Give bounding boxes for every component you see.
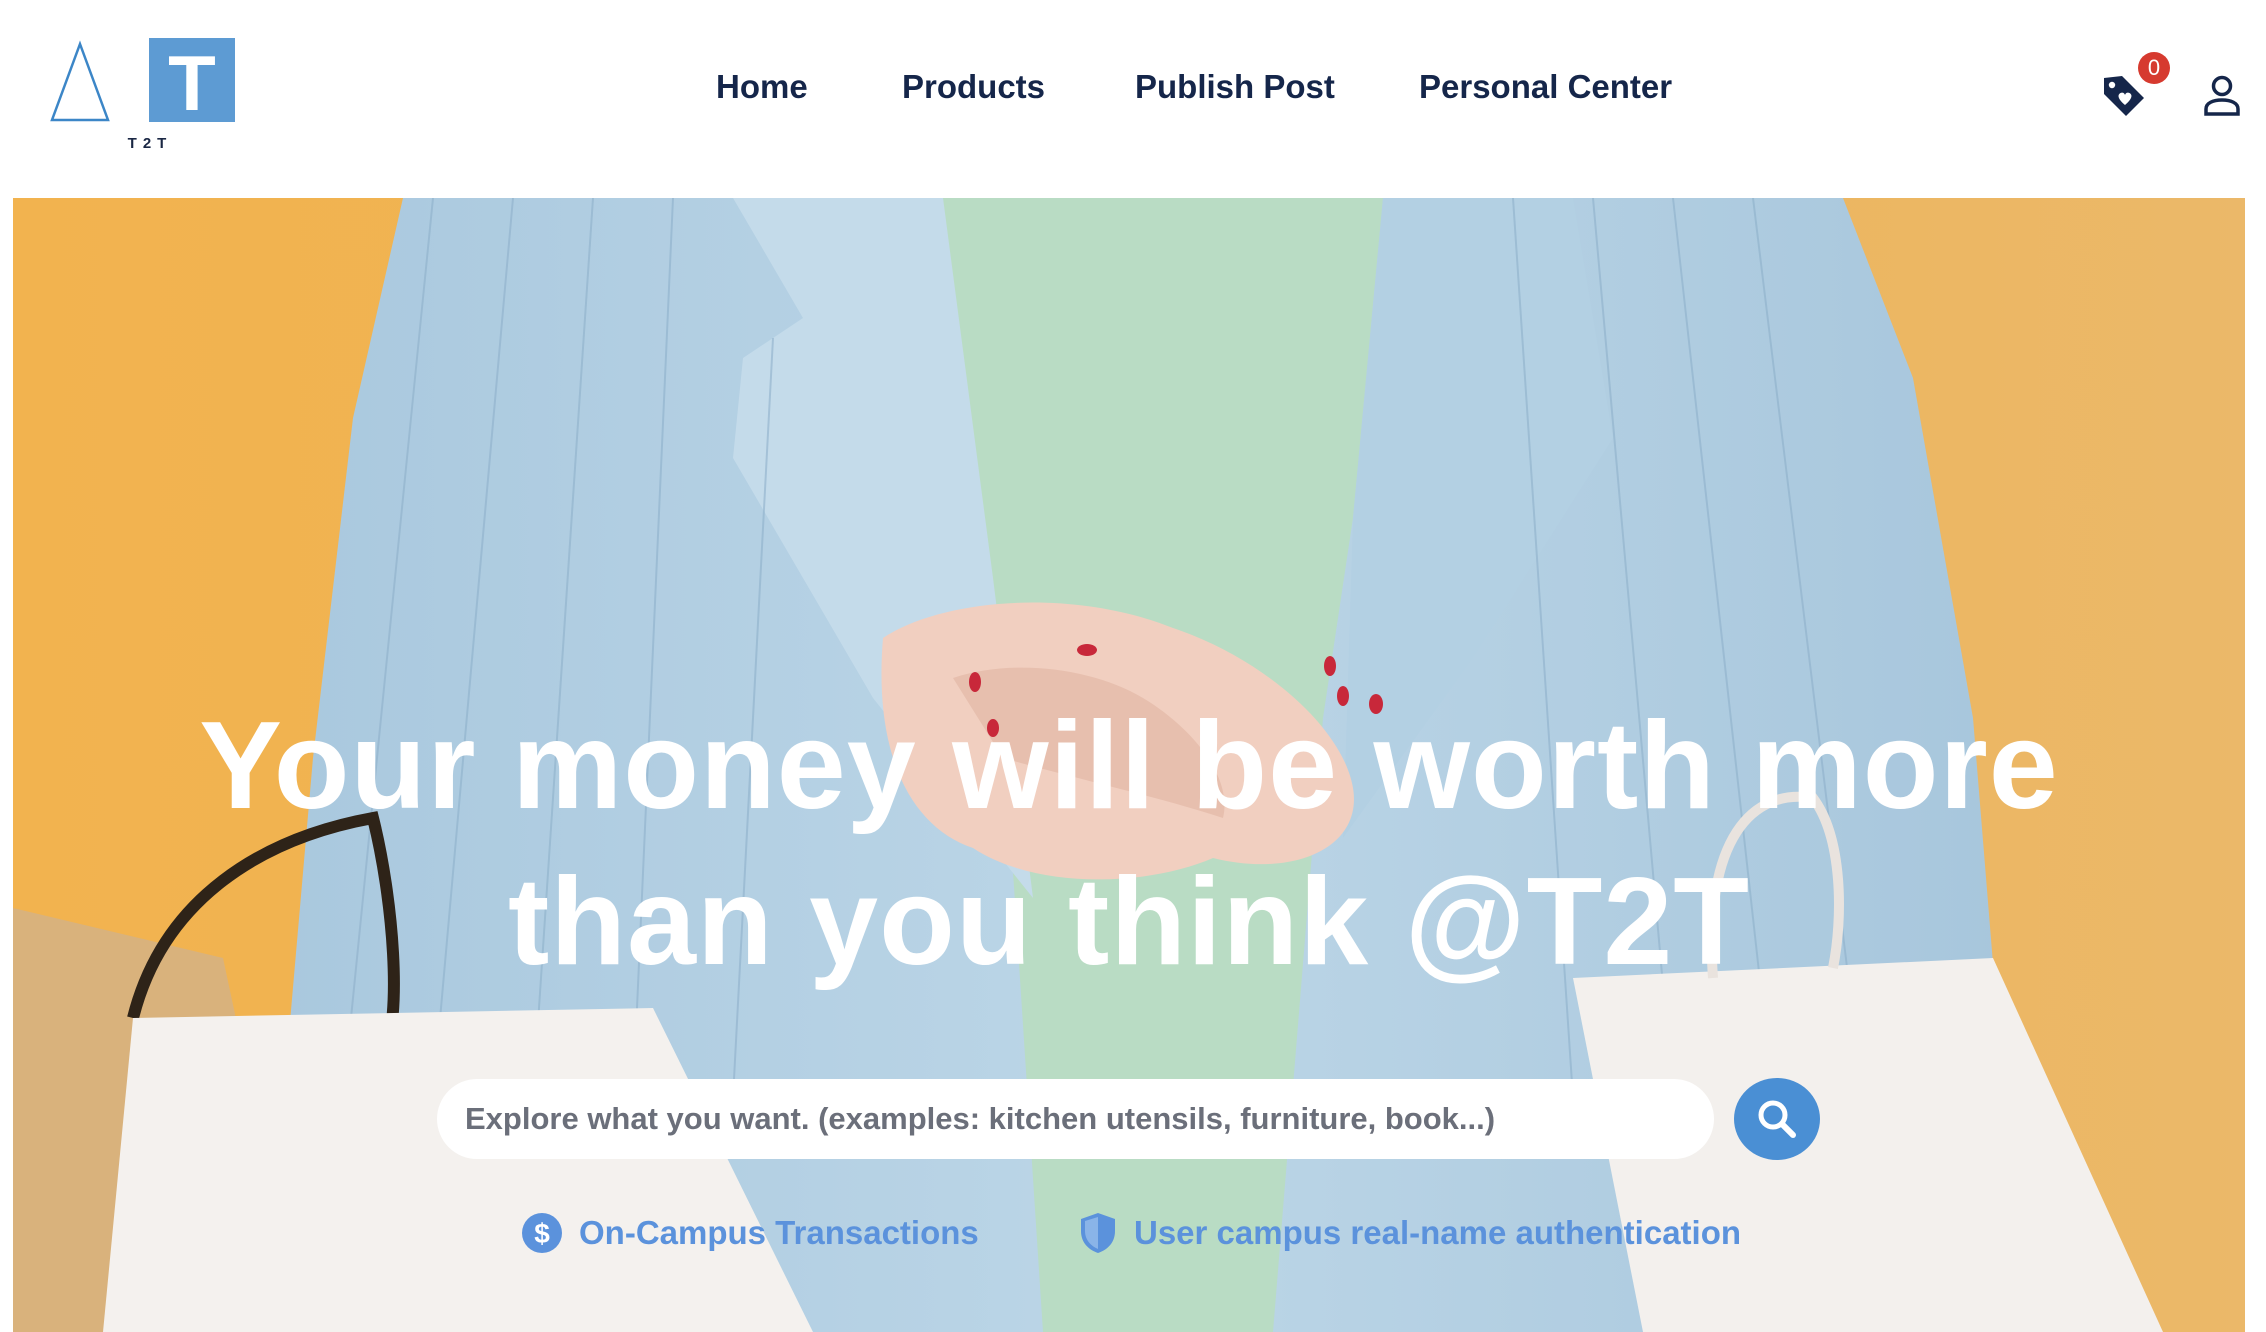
- user-icon[interactable]: [2202, 74, 2242, 118]
- hero-banner: Your money will be worth more than you t…: [13, 198, 2245, 1332]
- t2t-logo[interactable]: T T2T: [48, 36, 238, 152]
- nav-publish-post[interactable]: Publish Post: [1135, 68, 1335, 118]
- headline-line-1: Your money will be worth more: [199, 697, 2059, 835]
- logo-text: T2T: [128, 135, 173, 152]
- logo-letter: T: [168, 39, 216, 127]
- site-header: T T2T Home Products Publish Post Persona…: [0, 0, 2266, 198]
- dollar-coin-icon: $: [522, 1213, 562, 1253]
- shield-icon: [1081, 1213, 1115, 1253]
- headline-line-2: than you think @T2T: [507, 853, 1751, 991]
- feature-label: On-Campus Transactions: [579, 1214, 979, 1251]
- nav-products[interactable]: Products: [902, 68, 1045, 118]
- hero-headline: Your money will be worth more than you t…: [13, 688, 2245, 1000]
- nav-home[interactable]: Home: [716, 68, 808, 118]
- feature-label: User campus real-name authentication: [1134, 1214, 1742, 1251]
- search-input[interactable]: [437, 1079, 1714, 1159]
- search-icon: [1758, 1100, 1796, 1138]
- feature-authentication: User campus real-name authentication: [1078, 1208, 1741, 1258]
- cart-count-badge: 0: [2138, 52, 2170, 84]
- nav-personal-center[interactable]: Personal Center: [1419, 68, 1672, 118]
- feature-on-campus: $ On-Campus Transactions: [521, 1208, 979, 1258]
- svg-text:$: $: [534, 1218, 550, 1249]
- price-tag-icon[interactable]: [2100, 72, 2148, 120]
- search-button[interactable]: [1734, 1078, 1820, 1160]
- logo-graphic: T T2T: [50, 38, 235, 152]
